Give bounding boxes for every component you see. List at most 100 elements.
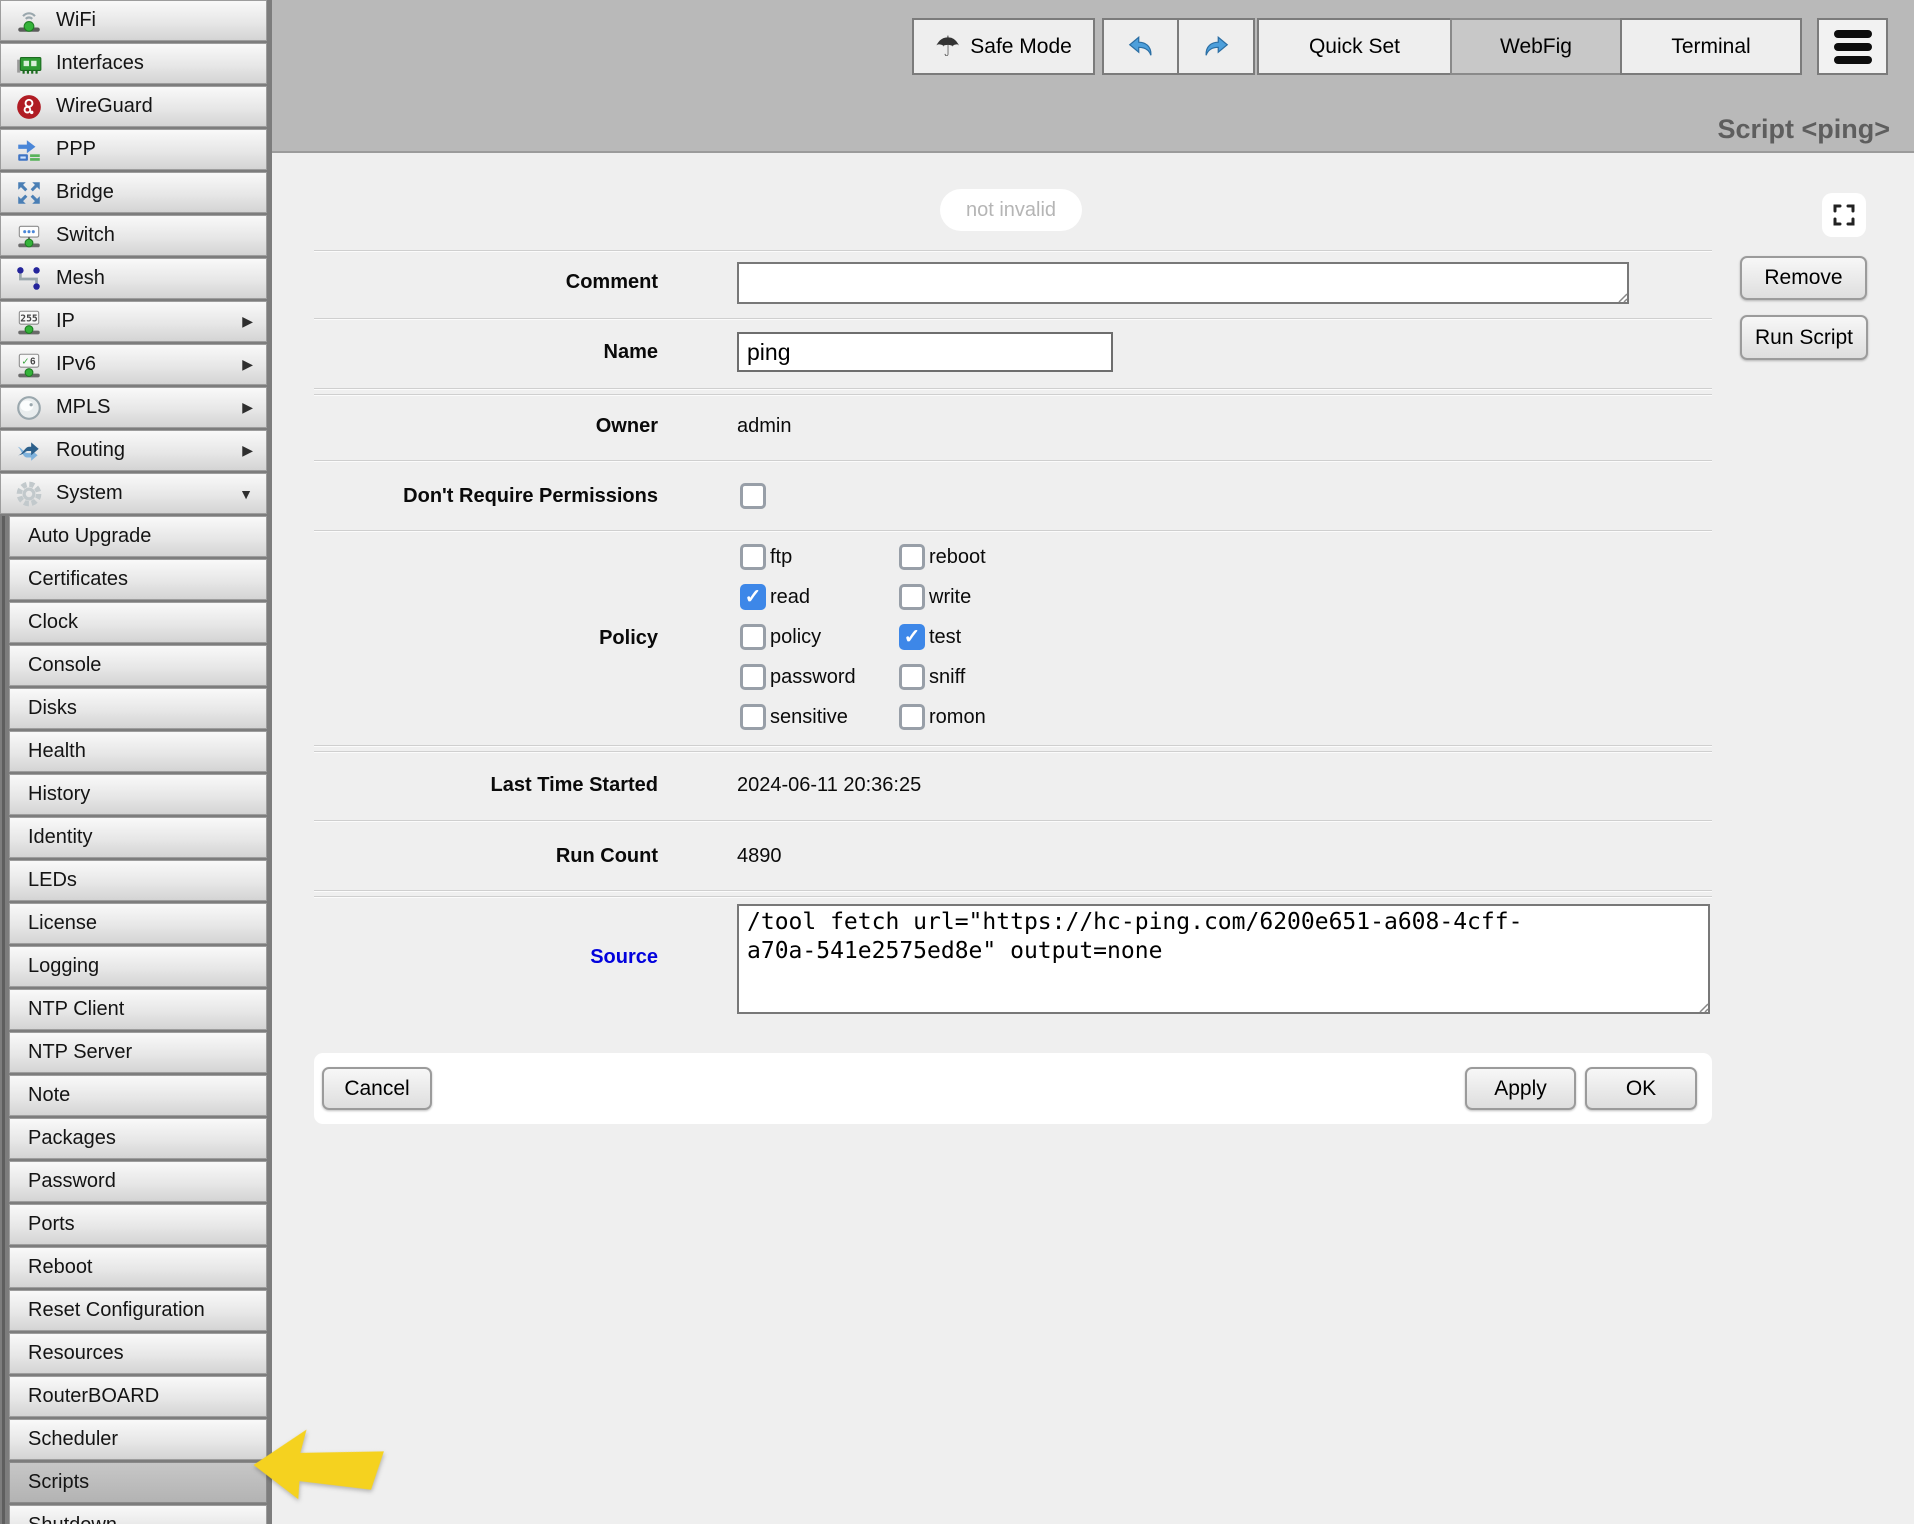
policy-option-test: test — [899, 624, 1119, 650]
hamburger-icon — [1834, 30, 1872, 64]
quick-set-tab[interactable]: Quick Set — [1257, 18, 1452, 75]
apply-button[interactable]: Apply — [1465, 1067, 1576, 1110]
chevron-right-icon: ▶ — [242, 356, 253, 373]
policy-option-read: read — [740, 584, 899, 610]
safe-mode-button[interactable]: ☂ Safe Mode — [912, 18, 1095, 75]
policy-option-romon: romon — [899, 704, 1119, 730]
sidebar-item-ipv6[interactable]: ✓6IPv6▶ — [0, 344, 267, 385]
fullscreen-button[interactable] — [1822, 193, 1866, 237]
undo-button[interactable] — [1102, 18, 1179, 75]
chevron-right-icon: ▶ — [242, 313, 253, 330]
sidebar-item-logging[interactable]: Logging — [9, 946, 267, 987]
sidebar-item-certificates[interactable]: Certificates — [9, 559, 267, 600]
sidebar-item-reset-configuration[interactable]: Reset Configuration — [9, 1290, 267, 1331]
policy-checkbox-password[interactable] — [740, 664, 766, 690]
chevron-right-icon: ▶ — [242, 442, 253, 459]
gear-icon — [15, 480, 43, 508]
sidebar-item-routerboard[interactable]: RouterBOARD — [9, 1376, 267, 1417]
dont-require-permissions-checkbox[interactable] — [740, 483, 766, 509]
sidebar-item-ntp-client[interactable]: NTP Client — [9, 989, 267, 1030]
policy-checkbox-policy[interactable] — [740, 624, 766, 650]
bridge-icon — [15, 179, 43, 207]
ip-icon: 255 — [15, 308, 43, 336]
mpls-icon — [15, 394, 43, 422]
last-time-started-value: 2024-06-11 20:36:25 — [737, 771, 921, 799]
remove-button[interactable]: Remove — [1740, 256, 1867, 300]
ok-button[interactable]: OK — [1585, 1067, 1697, 1110]
svg-text:6: 6 — [30, 356, 36, 367]
hamburger-menu-button[interactable] — [1817, 18, 1888, 75]
sidebar-item-packages[interactable]: Packages — [9, 1118, 267, 1159]
terminal-tab[interactable]: Terminal — [1620, 18, 1802, 75]
sidebar-item-console[interactable]: Console — [9, 645, 267, 686]
policy-checkbox-write[interactable] — [899, 584, 925, 610]
comment-label: Comment — [314, 268, 658, 296]
policy-checkbox-read[interactable] — [740, 584, 766, 610]
status-badge: not invalid — [940, 189, 1082, 231]
ppp-icon — [15, 136, 43, 164]
script-form-panel: not invalid Remove Run Script Comment Na… — [272, 153, 1914, 1524]
routing-icon — [15, 437, 43, 465]
main-area: ☂ Safe Mode Quick Set WebFig Terminal — [272, 0, 1914, 1524]
ipv6-icon: ✓6 — [15, 351, 43, 379]
redo-button[interactable] — [1177, 18, 1255, 75]
sidebar-item-reboot[interactable]: Reboot — [9, 1247, 267, 1288]
top-toolbar: ☂ Safe Mode Quick Set WebFig Terminal — [272, 0, 1914, 153]
sidebar-item-health[interactable]: Health — [9, 731, 267, 772]
webfig-tab[interactable]: WebFig — [1450, 18, 1622, 75]
dont-require-permissions-label: Don't Require Permissions — [314, 482, 658, 510]
sidebar-item-ip[interactable]: 255IP▶ — [0, 301, 267, 342]
sidebar-item-mesh[interactable]: Mesh — [0, 258, 267, 299]
run-count-label: Run Count — [314, 842, 658, 870]
name-input[interactable] — [737, 332, 1113, 372]
sidebar-item-license[interactable]: License — [9, 903, 267, 944]
sidebar-item-ntp-server[interactable]: NTP Server — [9, 1032, 267, 1073]
sidebar-item-clock[interactable]: Clock — [9, 602, 267, 643]
policy-option-password: password — [740, 664, 899, 690]
policy-checkbox-ftp[interactable] — [740, 544, 766, 570]
policy-checkbox-sniff[interactable] — [899, 664, 925, 690]
policy-option-ftp: ftp — [740, 544, 899, 570]
sidebar-item-note[interactable]: Note — [9, 1075, 267, 1116]
run-script-button[interactable]: Run Script — [1740, 315, 1868, 360]
sidebar-item-mpls[interactable]: MPLS▶ — [0, 387, 267, 428]
policy-checkbox-romon[interactable] — [899, 704, 925, 730]
sidebar-item-system[interactable]: System▼ — [0, 473, 267, 514]
run-count-value: 4890 — [737, 842, 782, 870]
policy-option-sensitive: sensitive — [740, 704, 899, 730]
sidebar-item-history[interactable]: History — [9, 774, 267, 815]
sidebar-item-shutdown[interactable]: Shutdown — [9, 1505, 267, 1524]
sidebar-item-bridge[interactable]: Bridge — [0, 172, 267, 213]
sidebar-item-wireguard[interactable]: WireGuard — [0, 86, 267, 127]
sidebar-item-ppp[interactable]: PPP — [0, 129, 267, 170]
chevron-down-icon: ▼ — [239, 486, 253, 502]
policy-label: Policy — [314, 624, 658, 652]
sidebar-item-disks[interactable]: Disks — [9, 688, 267, 729]
policy-checkbox-reboot[interactable] — [899, 544, 925, 570]
safe-mode-label: Safe Mode — [970, 35, 1072, 59]
ethernet-card-icon — [15, 50, 43, 78]
sidebar-item-ports[interactable]: Ports — [9, 1204, 267, 1245]
comment-input[interactable] — [737, 262, 1629, 304]
cancel-button[interactable]: Cancel — [322, 1067, 432, 1110]
sidebar-item-scheduler[interactable]: Scheduler — [9, 1419, 267, 1460]
svg-text:255: 255 — [20, 313, 38, 324]
sidebar-system-submenu: Auto UpgradeCertificatesClockConsoleDisk… — [0, 516, 272, 1524]
sidebar-item-scripts[interactable]: Scripts — [9, 1462, 267, 1503]
policy-option-policy: policy — [740, 624, 899, 650]
policy-option-reboot: reboot — [899, 544, 1119, 570]
sidebar-item-leds[interactable]: LEDs — [9, 860, 267, 901]
sidebar-item-password[interactable]: Password — [9, 1161, 267, 1202]
fullscreen-icon — [1832, 203, 1856, 227]
sidebar-item-switch[interactable]: Switch — [0, 215, 267, 256]
sidebar-item-wifi[interactable]: WiFi — [0, 0, 267, 41]
sidebar: WiFiInterfacesWireGuardPPPBridgeSwitchMe… — [0, 0, 272, 1524]
sidebar-item-auto-upgrade[interactable]: Auto Upgrade — [9, 516, 267, 557]
sidebar-item-identity[interactable]: Identity — [9, 817, 267, 858]
source-textarea[interactable]: /tool fetch url="https://hc-ping.com/620… — [737, 904, 1710, 1014]
sidebar-item-resources[interactable]: Resources — [9, 1333, 267, 1374]
policy-checkbox-test[interactable] — [899, 624, 925, 650]
sidebar-item-routing[interactable]: Routing▶ — [0, 430, 267, 471]
sidebar-item-interfaces[interactable]: Interfaces — [0, 43, 267, 84]
policy-checkbox-sensitive[interactable] — [740, 704, 766, 730]
